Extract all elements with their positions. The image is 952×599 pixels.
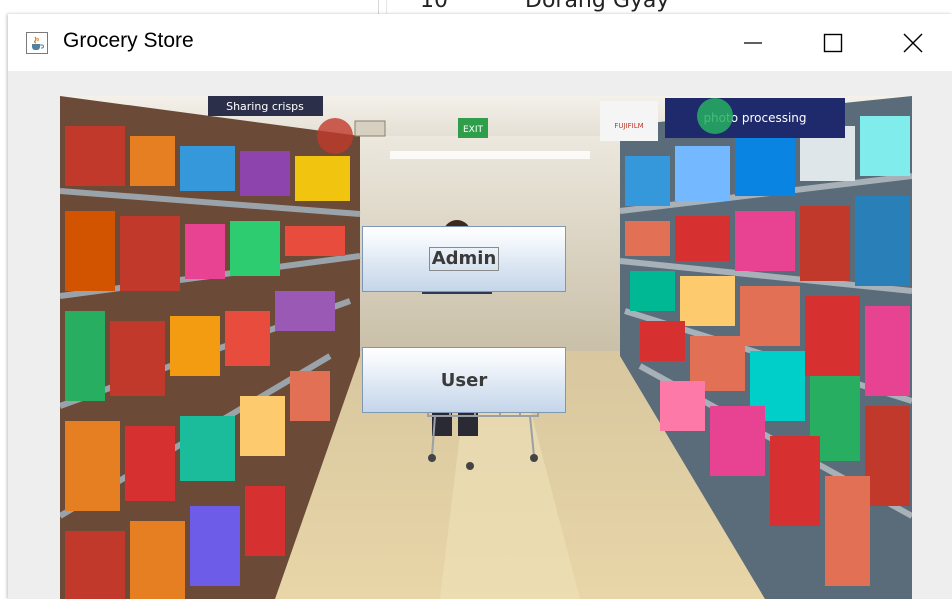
admin-button-label: Admin bbox=[428, 247, 500, 271]
content-pane: Sharing crisps EXIT FUJIFILM photo proce… bbox=[8, 71, 952, 599]
close-button[interactable] bbox=[878, 14, 948, 71]
fujifilm-sign: FUJIFILM bbox=[614, 122, 643, 130]
maximize-button[interactable] bbox=[798, 14, 868, 71]
maximize-icon bbox=[823, 33, 843, 52]
background-divider bbox=[378, 0, 379, 14]
user-button[interactable]: User bbox=[362, 347, 566, 413]
sharing-crisps-sign: Sharing crisps bbox=[226, 100, 304, 113]
minimize-icon bbox=[744, 41, 762, 44]
minimize-button[interactable] bbox=[718, 14, 788, 71]
background-text: 10 bbox=[420, 0, 448, 13]
user-button-label: User bbox=[440, 369, 488, 391]
title-bar[interactable]: Grocery Store bbox=[8, 14, 952, 71]
window-title: Grocery Store bbox=[63, 29, 194, 52]
background-window-strip: 10 Dorang Gyay bbox=[0, 0, 952, 14]
background-divider bbox=[386, 0, 387, 14]
background-text: Dorang Gyay bbox=[525, 0, 670, 13]
java-cup-icon bbox=[26, 32, 48, 54]
exit-sign: EXIT bbox=[463, 125, 484, 135]
admin-button[interactable]: Admin bbox=[362, 226, 566, 292]
app-window: Grocery Store Sharing crisps EXIT FUJIFI… bbox=[8, 14, 952, 599]
close-icon bbox=[903, 33, 923, 52]
